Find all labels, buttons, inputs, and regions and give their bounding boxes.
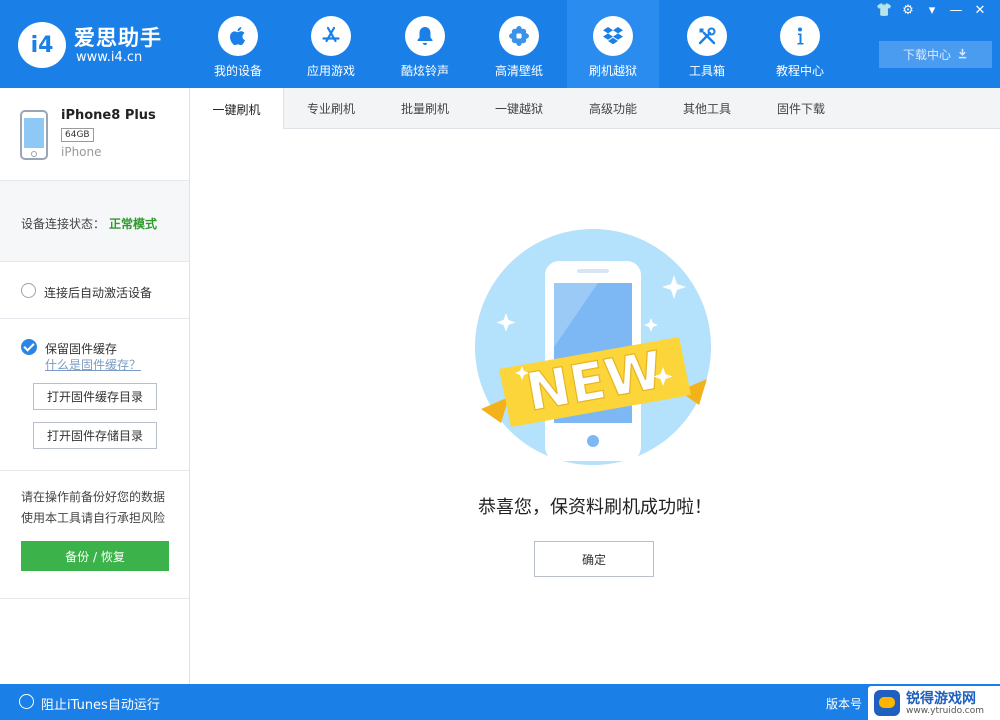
keep-cache-label: 保留固件缓存 (45, 342, 118, 356)
nav-label: 工具箱 (688, 64, 725, 78)
backup-section: 请在操作前备份好您的数据 使用本工具请自行承担风险 备份 / 恢复 (0, 471, 189, 599)
auto-activate-option[interactable]: 连接后自动激活设备 (0, 262, 189, 319)
nav-label: 应用游戏 (306, 64, 355, 78)
nav-toolbox[interactable]: 工具箱 (661, 0, 753, 88)
open-storage-dir-button[interactable]: 打开固件存储目录 (33, 422, 157, 449)
app-url: www.i4.cn (76, 50, 143, 65)
block-itunes-radio[interactable] (19, 694, 34, 709)
backup-tip: 请在操作前备份好您的数据 使用本工具请自行承担风险 (21, 487, 165, 529)
device-capacity-badge: 64GB (61, 128, 94, 142)
status-label: 设备连接状态： (21, 217, 106, 231)
keep-cache-checkbox[interactable] (21, 339, 37, 355)
nav-label: 刷机越狱 (588, 64, 637, 78)
gamepad-logo-icon (874, 690, 900, 716)
nav-label: 酷炫铃声 (400, 64, 449, 78)
sub-tabs: 一键刷机 专业刷机 批量刷机 一键越狱 高级功能 其他工具 固件下载 (190, 88, 1000, 130)
what-is-cache-link[interactable]: 什么是固件缓存？ (45, 356, 141, 373)
nav-ringtones[interactable]: 酷炫铃声 (379, 0, 471, 88)
auto-activate-radio[interactable] (21, 283, 36, 298)
app-name: 爱思助手 (74, 26, 162, 50)
nav-flash-jailbreak[interactable]: 刷机越狱 (567, 0, 659, 88)
sidebar: iPhone8 Plus 64GB iPhone 设备连接状态： 正常模式 连接后… (0, 88, 190, 684)
tab-pro-flash[interactable]: 专业刷机 (284, 88, 378, 129)
main-content: NEW 恭喜您，保资料刷机成功啦！ 确定 (190, 129, 1000, 684)
tab-firmware-download[interactable]: 固件下载 (754, 88, 848, 129)
open-cache-dir-button[interactable]: 打开固件缓存目录 (33, 383, 157, 410)
status-bar: 阻止iTunes自动运行 版本号 (0, 684, 1000, 720)
auto-activate-label: 连接后自动激活设备 (44, 286, 153, 300)
download-center-button[interactable]: 下载中心 (879, 41, 992, 68)
firmware-cache-options: 保留固件缓存 什么是固件缓存？ 打开固件缓存目录 打开固件存储目录 (0, 319, 189, 471)
nav-label: 高清壁纸 (494, 64, 543, 78)
tab-batch-flash[interactable]: 批量刷机 (378, 88, 472, 129)
tab-one-click-flash[interactable]: 一键刷机 (190, 88, 284, 130)
nav-label: 我的设备 (213, 64, 262, 78)
device-type: iPhone (61, 145, 102, 159)
dropbox-icon (593, 16, 633, 56)
tab-advanced[interactable]: 高级功能 (566, 88, 660, 129)
minimize-icon[interactable]: — (948, 2, 964, 20)
watermark-title: 锐得游戏网 (906, 691, 976, 707)
block-itunes-label: 阻止iTunes自动运行 (41, 698, 160, 713)
window-controls: 👕 ⚙ ▾ — ✕ (876, 2, 988, 20)
tab-other-tools[interactable]: 其他工具 (660, 88, 754, 129)
menu-dropdown-icon[interactable]: ▾ (924, 2, 940, 20)
device-info: iPhone8 Plus 64GB iPhone (0, 88, 189, 181)
close-icon[interactable]: ✕ (972, 2, 988, 20)
backup-restore-button[interactable]: 备份 / 恢复 (21, 541, 169, 571)
watermark-url: www.ytruido.com (906, 706, 985, 716)
confirm-button[interactable]: 确定 (534, 541, 654, 577)
apple-icon (218, 16, 258, 56)
success-message: 恭喜您，保资料刷机成功啦！ (478, 497, 712, 518)
nav-wallpapers[interactable]: 高清壁纸 (473, 0, 565, 88)
top-header: i4 爱思助手 www.i4.cn 我的设备 应用游戏 酷炫铃声 高清壁纸 刷机… (0, 0, 1000, 88)
download-center-label: 下载中心 (902, 48, 951, 62)
connection-status: 设备连接状态： 正常模式 (0, 181, 189, 262)
nav-apps-games[interactable]: 应用游戏 (285, 0, 377, 88)
status-value: 正常模式 (109, 217, 158, 231)
gear-icon[interactable]: ⚙ (900, 2, 916, 20)
phone-icon (20, 110, 48, 160)
site-watermark: 锐得游戏网 www.ytruido.com (868, 686, 1000, 720)
app-logo: i4 爱思助手 www.i4.cn (18, 20, 178, 70)
logo-badge: i4 (18, 22, 66, 68)
tab-one-click-jailbreak[interactable]: 一键越狱 (472, 88, 566, 129)
bell-icon (405, 16, 445, 56)
backup-tip-line: 使用本工具请自行承担风险 (21, 511, 166, 525)
version-label: 版本号 (826, 697, 863, 711)
skin-icon[interactable]: 👕 (876, 2, 892, 20)
device-name: iPhone8 Plus (61, 108, 156, 123)
tools-icon (687, 16, 727, 56)
app-store-icon (311, 16, 351, 56)
nav-my-device[interactable]: 我的设备 (192, 0, 284, 88)
new-phone-illustration: NEW (475, 229, 711, 465)
nav-label: 教程中心 (775, 64, 824, 78)
nav-tutorials[interactable]: 教程中心 (754, 0, 846, 88)
backup-tip-line: 请在操作前备份好您的数据 (21, 490, 166, 504)
flower-icon (499, 16, 539, 56)
download-icon (957, 48, 968, 62)
info-icon (780, 16, 820, 56)
